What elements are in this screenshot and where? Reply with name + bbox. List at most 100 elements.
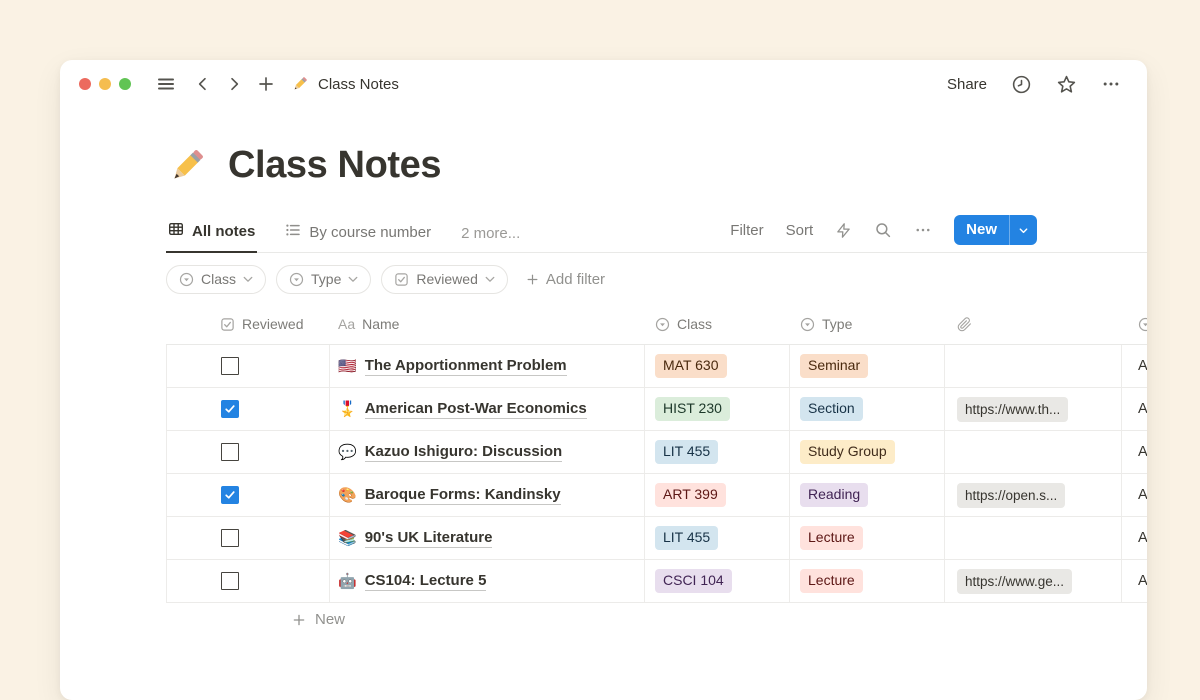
note-page-link[interactable]: Kazuo Ishiguro: Discussion — [365, 443, 563, 462]
view-more-options-icon[interactable] — [914, 221, 932, 239]
note-page-link[interactable]: American Post-War Economics — [365, 400, 587, 419]
column-header-class[interactable]: Class — [645, 304, 790, 344]
tab-label: 2 more... — [461, 225, 520, 242]
reviewed-cell[interactable] — [166, 517, 330, 559]
favorite-star-icon[interactable] — [1056, 74, 1077, 95]
search-icon[interactable] — [874, 221, 892, 239]
forward-icon[interactable] — [226, 76, 242, 92]
class-cell[interactable]: CSCI 104 — [645, 560, 790, 602]
truncated-cell[interactable]: A — [1122, 388, 1147, 430]
checkbox-unchecked[interactable] — [221, 529, 239, 547]
new-row-button[interactable]: New — [292, 611, 1147, 628]
filter-button[interactable]: Filter — [730, 222, 763, 239]
type-cell[interactable]: Study Group — [790, 431, 945, 473]
class-cell[interactable]: MAT 630 — [645, 345, 790, 387]
minimize-window-button[interactable] — [99, 78, 111, 90]
column-header-truncated[interactable] — [1122, 304, 1147, 344]
note-page-link[interactable]: Baroque Forms: Kandinsky — [365, 486, 561, 505]
checkbox-unchecked[interactable] — [221, 572, 239, 590]
truncated-cell[interactable]: A — [1122, 517, 1147, 559]
materials-cell[interactable]: https://www.th... — [945, 388, 1122, 430]
materials-cell[interactable]: https://www.ge... — [945, 560, 1122, 602]
class-cell[interactable]: LIT 455 — [645, 431, 790, 473]
materials-url-pill[interactable]: https://open.s... — [957, 483, 1065, 508]
page-title[interactable]: Class Notes — [228, 144, 441, 187]
note-page-link[interactable]: 90's UK Literature — [365, 529, 493, 548]
name-cell[interactable]: 🇺🇸The Apportionment Problem — [330, 345, 645, 387]
reviewed-cell[interactable] — [166, 345, 330, 387]
table-row: 🤖CS104: Lecture 5CSCI 104Lecture https://… — [166, 560, 1147, 603]
name-cell[interactable]: 🤖CS104: Lecture 5 — [330, 560, 645, 602]
tag-green: HIST 230 — [655, 397, 730, 421]
select-icon — [179, 272, 194, 287]
updates-clock-icon[interactable] — [1011, 74, 1032, 95]
checkbox-unchecked[interactable] — [221, 357, 239, 375]
filter-bar: Class Type Reviewed Add filter — [166, 265, 1147, 294]
more-options-icon[interactable] — [1101, 74, 1121, 94]
close-window-button[interactable] — [79, 78, 91, 90]
type-cell[interactable]: Reading — [790, 474, 945, 516]
note-page-link[interactable]: CS104: Lecture 5 — [365, 572, 487, 591]
type-cell[interactable]: Seminar — [790, 345, 945, 387]
new-page-icon[interactable] — [257, 75, 275, 93]
sort-button[interactable]: Sort — [786, 222, 814, 239]
zoom-window-button[interactable] — [119, 78, 131, 90]
window-topbar: Class Notes Share — [60, 60, 1147, 108]
truncated-cell-text: A — [1138, 487, 1147, 503]
class-cell[interactable]: HIST 230 — [645, 388, 790, 430]
reviewed-cell[interactable] — [166, 474, 330, 516]
truncated-cell-text: A — [1138, 358, 1147, 374]
reviewed-cell[interactable] — [166, 560, 330, 602]
materials-cell[interactable] — [945, 431, 1122, 473]
new-button[interactable]: New — [954, 215, 1009, 245]
truncated-cell[interactable]: A — [1122, 474, 1147, 516]
checkbox-checked[interactable] — [221, 400, 239, 418]
truncated-cell[interactable]: A — [1122, 431, 1147, 473]
materials-cell[interactable]: https://open.s... — [945, 474, 1122, 516]
share-button[interactable]: Share — [947, 76, 987, 93]
tab-by-course-number[interactable]: By course number — [283, 214, 433, 252]
type-cell[interactable]: Lecture — [790, 517, 945, 559]
reviewed-cell[interactable] — [166, 388, 330, 430]
note-page-link[interactable]: The Apportionment Problem — [365, 357, 567, 376]
sidebar-menu-icon[interactable] — [157, 75, 175, 93]
name-cell[interactable]: 💬Kazuo Ishiguro: Discussion — [330, 431, 645, 473]
checkbox-checked[interactable] — [221, 486, 239, 504]
column-label: Type — [822, 316, 852, 332]
page-icon-pencil[interactable] — [166, 145, 208, 187]
name-cell[interactable]: 🎖️American Post-War Economics — [330, 388, 645, 430]
type-cell[interactable]: Section — [790, 388, 945, 430]
truncated-cell[interactable]: A — [1122, 560, 1147, 602]
truncated-cell[interactable]: A — [1122, 345, 1147, 387]
new-button-chevron-down-icon[interactable] — [1010, 215, 1037, 245]
checkbox-unchecked[interactable] — [221, 443, 239, 461]
column-header-materials[interactable] — [945, 304, 1122, 344]
class-cell[interactable]: ART 399 — [645, 474, 790, 516]
column-header-type[interactable]: Type — [790, 304, 945, 344]
automations-lightning-icon[interactable] — [835, 222, 852, 239]
reviewed-cell[interactable] — [166, 431, 330, 473]
materials-url-pill[interactable]: https://www.th... — [957, 397, 1068, 422]
filter-chip-class[interactable]: Class — [166, 265, 266, 294]
type-cell[interactable]: Lecture — [790, 560, 945, 602]
breadcrumb[interactable]: Class Notes — [291, 75, 399, 93]
table-row: 🎨Baroque Forms: KandinskyART 399Reading h… — [166, 474, 1147, 517]
name-cell[interactable]: 🎨Baroque Forms: Kandinsky — [330, 474, 645, 516]
tab-all-notes[interactable]: All notes — [166, 213, 257, 253]
add-filter-button[interactable]: Add filter — [526, 271, 605, 288]
column-header-name[interactable]: Aa Name — [330, 304, 645, 344]
column-header-reviewed[interactable]: Reviewed — [166, 304, 330, 344]
materials-cell[interactable] — [945, 345, 1122, 387]
table-header-row: Reviewed Aa Name Class Type — [166, 304, 1147, 345]
filter-chip-reviewed[interactable]: Reviewed — [381, 265, 507, 294]
materials-url-pill[interactable]: https://www.ge... — [957, 569, 1072, 594]
back-icon[interactable] — [195, 76, 211, 92]
checkbox-icon — [394, 272, 409, 287]
notes-table: Reviewed Aa Name Class Type — [166, 304, 1147, 628]
plus-icon — [526, 273, 539, 286]
class-cell[interactable]: LIT 455 — [645, 517, 790, 559]
name-cell[interactable]: 📚90's UK Literature — [330, 517, 645, 559]
tab-more-views[interactable]: 2 more... — [459, 217, 522, 252]
materials-cell[interactable] — [945, 517, 1122, 559]
filter-chip-type[interactable]: Type — [276, 265, 371, 294]
